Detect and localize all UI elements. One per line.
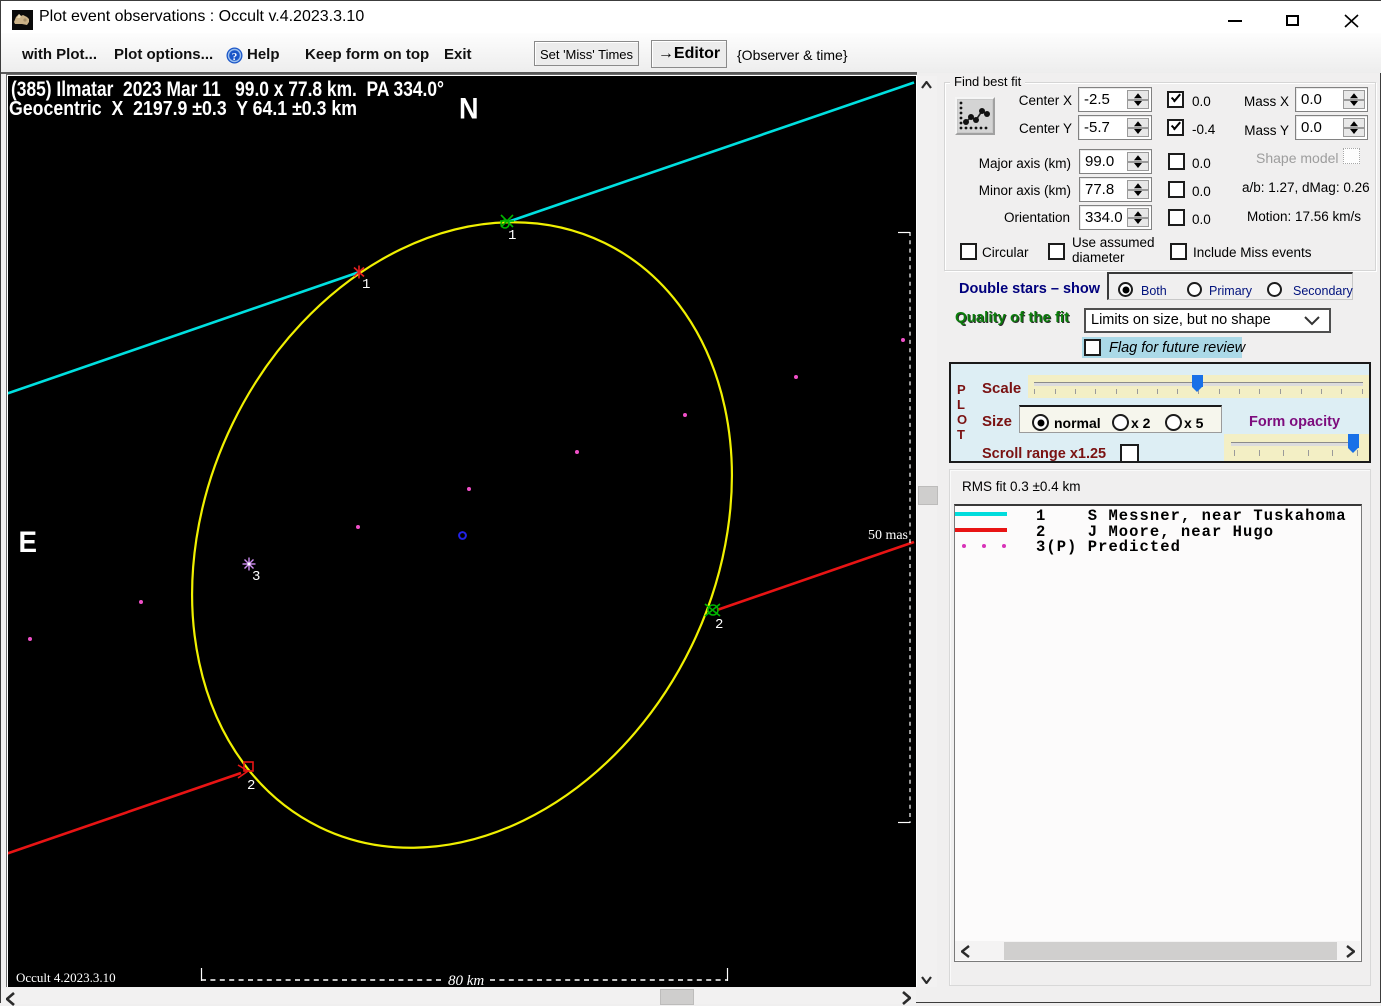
svg-text:1: 1	[362, 277, 370, 293]
svg-text:50 mas: 50 mas	[868, 528, 908, 543]
svg-text:2: 2	[247, 778, 255, 794]
svg-text:N: N	[459, 93, 479, 126]
svg-text:3: 3	[252, 569, 260, 585]
svg-text:Occult 4.2023.3.10: Occult 4.2023.3.10	[16, 970, 116, 985]
svg-text:1: 1	[508, 228, 516, 244]
svg-text:2: 2	[715, 617, 723, 633]
svg-text:80 km: 80 km	[448, 973, 484, 987]
svg-text:Geocentric X 2197.9 ±0.3 Y: Geocentric X 2197.9 ±0.3 Y 64.1 ±0.3 km	[9, 98, 357, 120]
svg-text:E: E	[19, 526, 38, 559]
svg-text:?: ?	[232, 51, 238, 63]
